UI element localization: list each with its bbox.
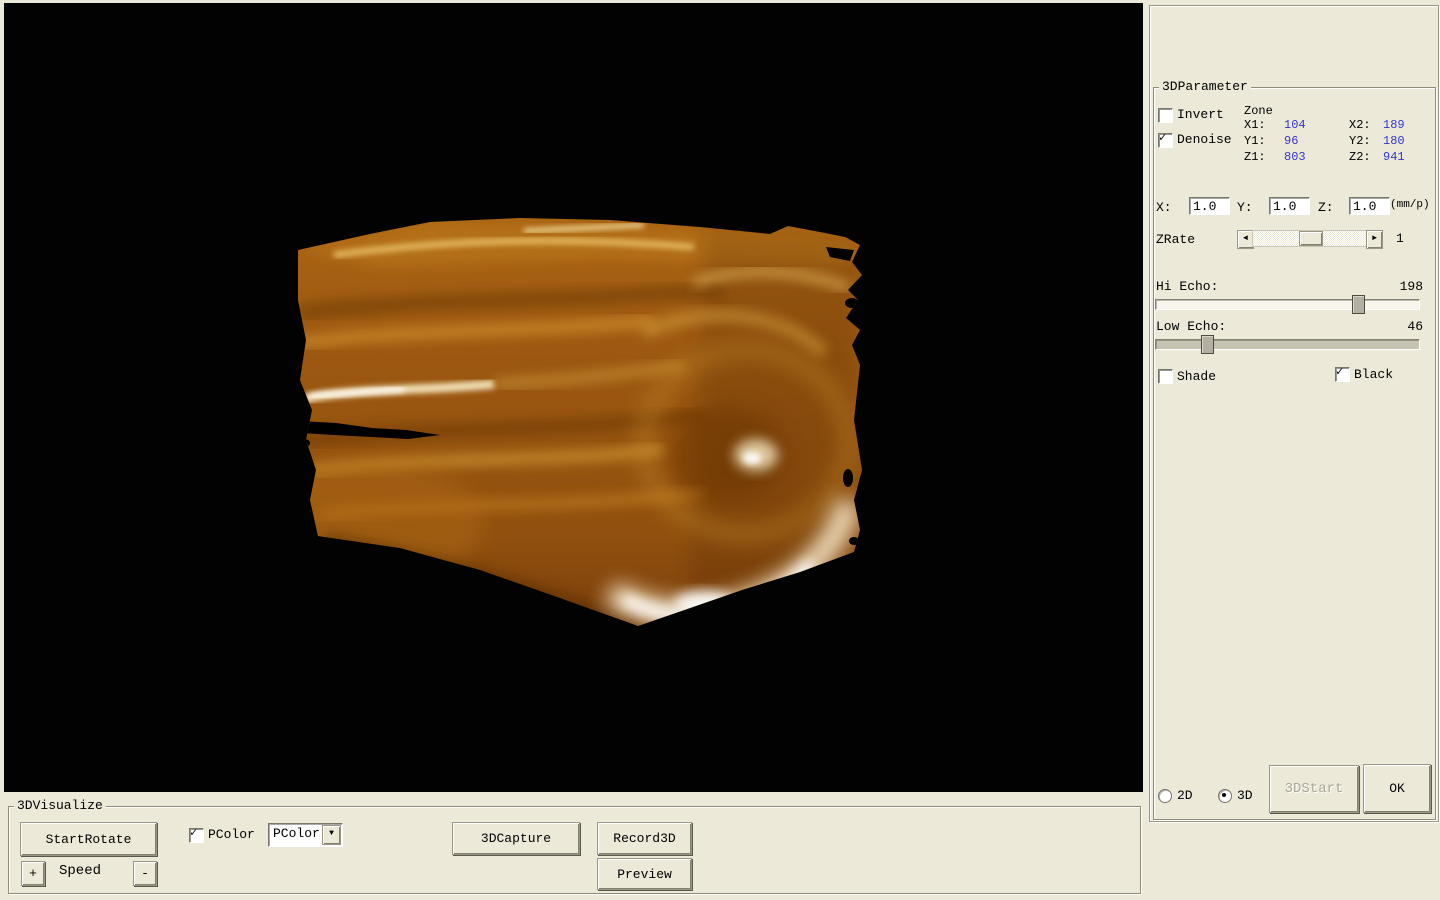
check-icon: ✓: [1336, 366, 1343, 379]
denoise-checkbox[interactable]: ✓: [1158, 133, 1173, 148]
invert-label: Invert: [1177, 108, 1224, 122]
pcolor-dropdown-value: PColor: [273, 826, 320, 842]
3d-volume-render: [4, 3, 1143, 792]
speed-plus-button[interactable]: +: [21, 861, 45, 886]
check-icon: ✓: [1159, 132, 1166, 145]
start-rotate-button[interactable]: StartRotate: [20, 822, 157, 856]
scale-y-label: Y:: [1237, 201, 1253, 215]
visualize-groupbox-title: 3DVisualize: [14, 799, 106, 813]
zone-y1-value: 96: [1284, 134, 1298, 148]
app-window: 3DParameter ✓ Invert ✓ Denoise Zone X1: …: [0, 0, 1440, 900]
low-echo-slider-thumb[interactable]: [1201, 335, 1214, 354]
hi-echo-slider-track[interactable]: [1155, 299, 1420, 310]
hi-echo-value: 198: [1400, 280, 1423, 294]
scale-x-label: X:: [1156, 201, 1172, 215]
hi-echo-slider-thumb[interactable]: [1352, 295, 1365, 314]
ok-button[interactable]: OK: [1363, 764, 1431, 813]
preview-button[interactable]: Preview: [597, 858, 692, 890]
speed-label: Speed: [59, 864, 101, 878]
low-echo-label: Low Echo:: [1156, 320, 1226, 334]
check-icon: ✓: [190, 827, 197, 840]
black-checkbox[interactable]: ✓: [1335, 367, 1350, 382]
zone-x1-value: 104: [1284, 118, 1306, 132]
invert-checkbox[interactable]: ✓: [1158, 108, 1173, 123]
pcolor-dropdown-button[interactable]: ▼: [322, 825, 341, 845]
black-label: Black: [1354, 368, 1393, 382]
zone-label: Zone: [1244, 104, 1273, 118]
scale-z-label: Z:: [1318, 201, 1334, 215]
zrate-scroll-right-button[interactable]: ►: [1366, 230, 1383, 249]
parameter-groupbox-title: 3DParameter: [1159, 80, 1251, 94]
mode-2d-radio[interactable]: [1158, 789, 1172, 803]
low-echo-value: 46: [1407, 320, 1423, 334]
mode-2d-label: 2D: [1177, 789, 1193, 803]
zrate-label: ZRate: [1156, 233, 1195, 247]
zone-y2-label: Y2:: [1349, 134, 1371, 148]
zrate-scroll-thumb[interactable]: [1299, 231, 1323, 246]
zone-y2-value: 180: [1383, 134, 1405, 148]
speed-minus-button[interactable]: -: [133, 861, 157, 886]
mode-3d-radio[interactable]: [1218, 789, 1232, 803]
low-echo-slider-track[interactable]: [1155, 339, 1420, 350]
start3d-button[interactable]: 3DStart: [1269, 765, 1359, 813]
zone-z2-label: Z2:: [1349, 150, 1371, 164]
record-3d-button[interactable]: Record3D: [597, 822, 692, 855]
3d-render-viewport[interactable]: [4, 3, 1143, 792]
scale-x-input[interactable]: [1189, 197, 1230, 215]
capture-3d-button[interactable]: 3DCapture: [452, 822, 580, 855]
pcolor-checkbox[interactable]: ✓: [189, 828, 204, 843]
chevron-down-icon: ▼: [329, 829, 334, 838]
zone-x1-label: X1:: [1244, 118, 1266, 132]
scroll-left-icon: ◄: [1243, 234, 1248, 243]
zone-y1-label: Y1:: [1244, 134, 1266, 148]
scale-unit-label: (mm/p): [1390, 198, 1430, 212]
shade-checkbox[interactable]: ✓: [1158, 369, 1173, 384]
zone-x2-label: X2:: [1349, 118, 1371, 132]
pcolor-dropdown[interactable]: PColor ▼: [268, 823, 343, 847]
zrate-scrollbar: ◄ ►: [1237, 230, 1383, 247]
scroll-right-icon: ►: [1372, 234, 1377, 243]
zone-z1-label: Z1:: [1244, 150, 1266, 164]
parameter-panel: 3DParameter ✓ Invert ✓ Denoise Zone X1: …: [1149, 5, 1439, 822]
scale-z-input[interactable]: [1349, 197, 1390, 215]
zone-x2-value: 189: [1383, 118, 1405, 132]
zone-z1-value: 803: [1284, 150, 1306, 164]
hi-echo-label: Hi Echo:: [1156, 280, 1218, 294]
zrate-value: 1: [1396, 232, 1404, 246]
mode-3d-label: 3D: [1237, 789, 1253, 803]
shade-label: Shade: [1177, 370, 1216, 384]
pcolor-checkbox-label: PColor: [208, 828, 255, 842]
scale-y-input[interactable]: [1269, 197, 1310, 215]
zone-z2-value: 941: [1383, 150, 1405, 164]
denoise-label: Denoise: [1177, 133, 1232, 147]
